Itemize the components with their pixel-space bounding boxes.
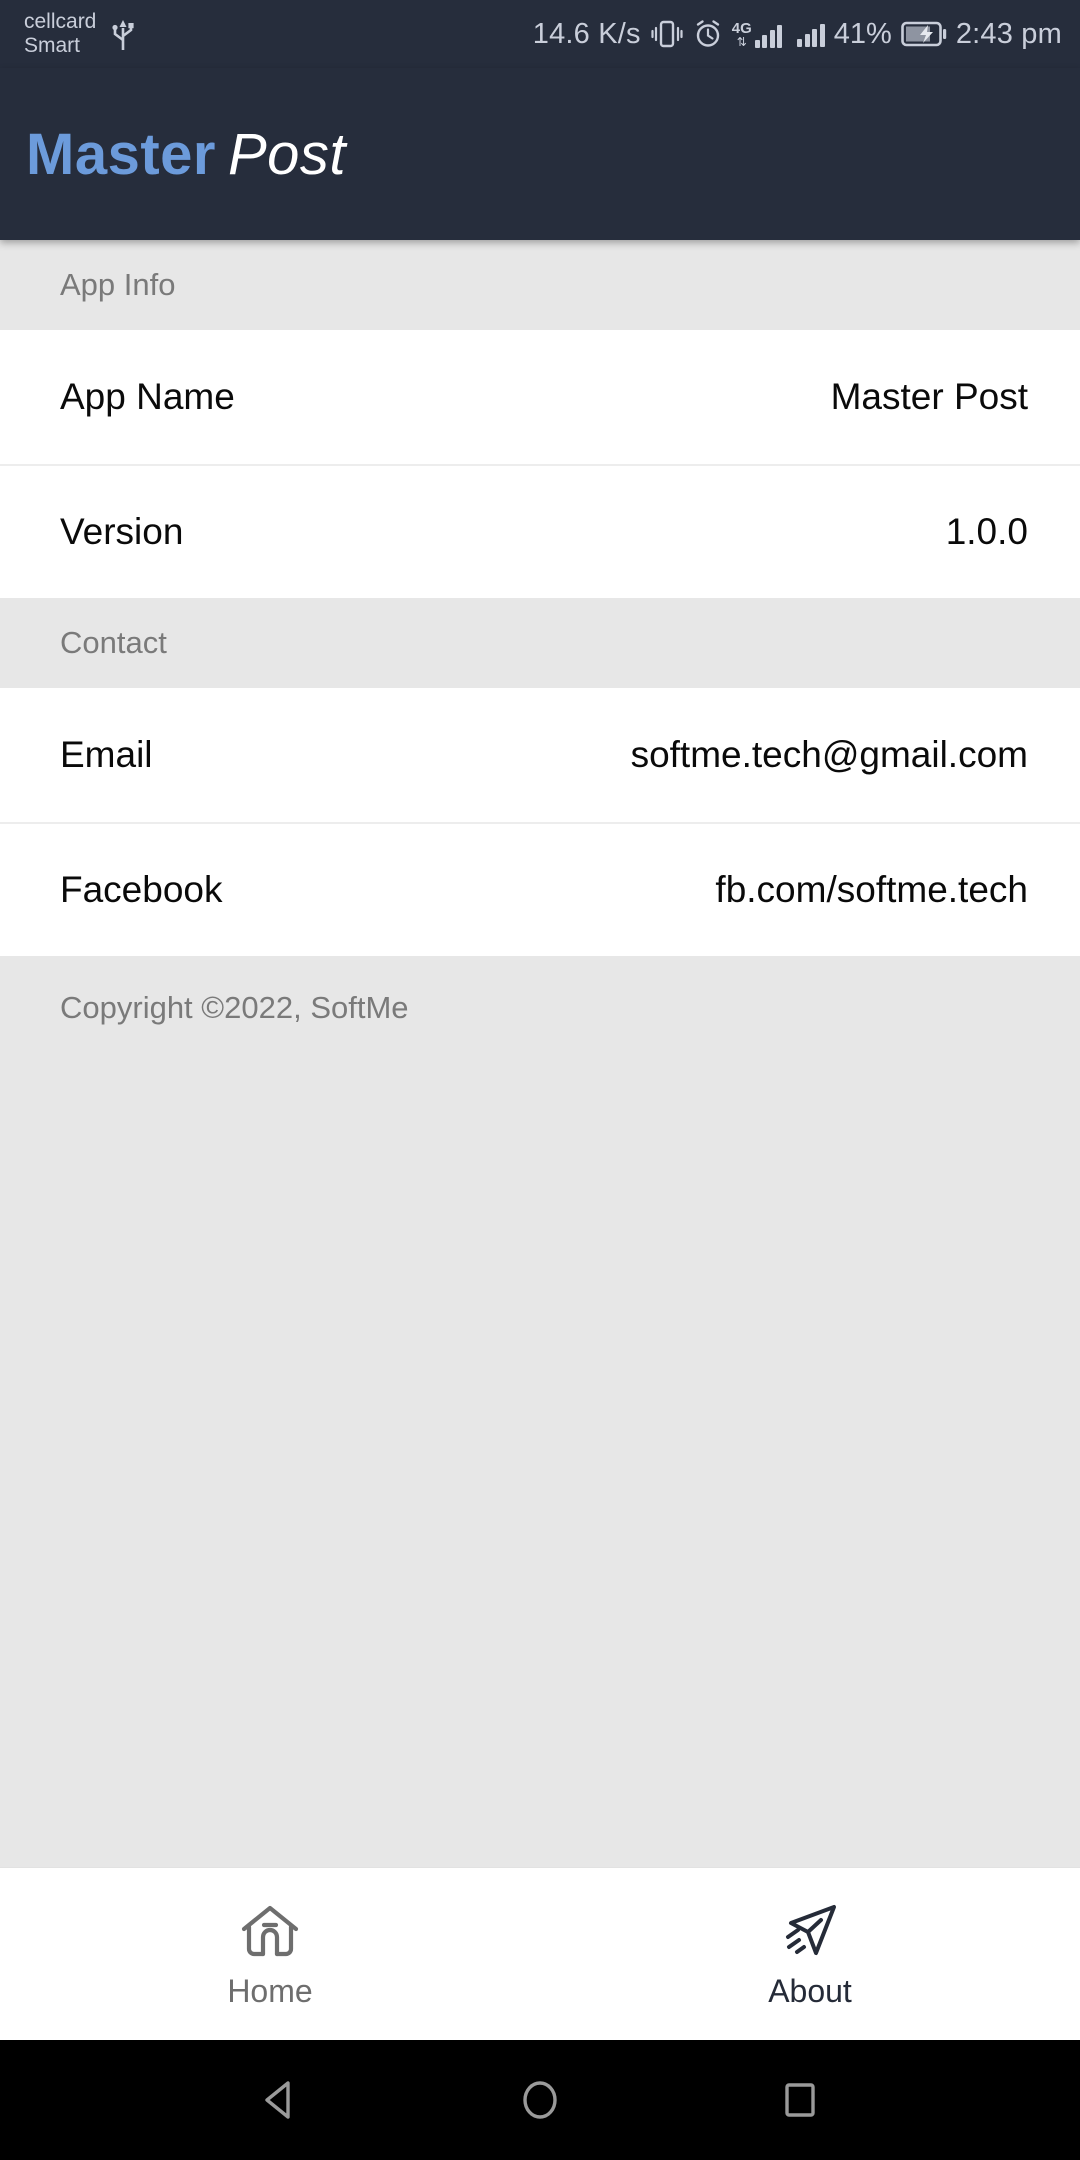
alarm-clock-icon <box>693 19 723 49</box>
row-label: Facebook <box>60 869 223 910</box>
app-bar: Master Post <box>0 68 1080 240</box>
battery-charging-icon <box>901 20 947 48</box>
app-title: Master Post <box>26 121 346 188</box>
table-row[interactable]: Facebook fb.com/softme.tech <box>0 822 1080 956</box>
send-plane-icon <box>779 1899 841 1965</box>
back-triangle-icon[interactable] <box>220 2040 340 2160</box>
table-row[interactable]: App Name Master Post <box>0 330 1080 464</box>
system-navigation-bar <box>0 2040 1080 2160</box>
carrier-labels: cellcard Smart <box>24 10 96 57</box>
row-value: 1.0.0 <box>945 511 1028 552</box>
home-circle-icon[interactable] <box>480 2040 600 2160</box>
section-rows-contact: Email softme.tech@gmail.com Facebook fb.… <box>0 688 1080 956</box>
carrier-sim1: cellcard <box>24 10 97 34</box>
sim1-signal-group: 4G ⇅ <box>732 21 783 48</box>
home-icon <box>239 1899 301 1965</box>
status-clock: 2:43 pm <box>955 17 1062 50</box>
section-rows-app-info: App Name Master Post Version 1.0.0 <box>0 330 1080 598</box>
status-bar: cellcard Smart 14.6 K/s 4G ⇅ 41% 2:43 pm <box>0 0 1080 68</box>
app-title-post: Post <box>227 121 347 187</box>
carrier-sim2: Smart <box>24 34 81 57</box>
signal-bars-icon <box>797 21 825 47</box>
signal-bars-icon <box>754 22 783 48</box>
tab-label: About <box>768 1972 852 2009</box>
copyright-text: Copyright ©2022, SoftMe <box>0 956 1080 1026</box>
phone-screen: cellcard Smart 14.6 K/s 4G ⇅ 41% 2:43 pm… <box>0 0 1080 2160</box>
usb-icon <box>110 16 136 52</box>
table-row[interactable]: Version 1.0.0 <box>0 464 1080 598</box>
app-title-master: Master <box>26 121 216 187</box>
bottom-tab-bar: Home About <box>0 1868 1080 2040</box>
network-type-4g: 4G ⇅ <box>731 19 752 49</box>
row-label: Version <box>60 511 184 552</box>
row-value: Master Post <box>830 376 1028 417</box>
tab-label: Home <box>227 1972 313 2009</box>
vibrate-icon <box>650 19 684 49</box>
battery-percent: 41% <box>833 17 892 50</box>
row-label: App Name <box>60 376 235 417</box>
recents-square-icon[interactable] <box>740 2040 860 2160</box>
status-bar-right: 14.6 K/s 4G ⇅ 41% 2:43 pm <box>533 18 1062 51</box>
network-speed: 14.6 K/s <box>532 17 641 50</box>
row-label: Email <box>60 734 153 775</box>
row-value: fb.com/softme.tech <box>715 869 1028 910</box>
tab-home[interactable]: Home <box>0 1868 540 2040</box>
row-value: softme.tech@gmail.com <box>630 734 1028 775</box>
tab-about[interactable]: About <box>540 1868 1080 2040</box>
section-header-app-info: App Info <box>0 240 1080 330</box>
about-content: App Info App Name Master Post Version 1.… <box>0 240 1080 1868</box>
table-row[interactable]: Email softme.tech@gmail.com <box>0 688 1080 822</box>
section-header-contact: Contact <box>0 598 1080 688</box>
